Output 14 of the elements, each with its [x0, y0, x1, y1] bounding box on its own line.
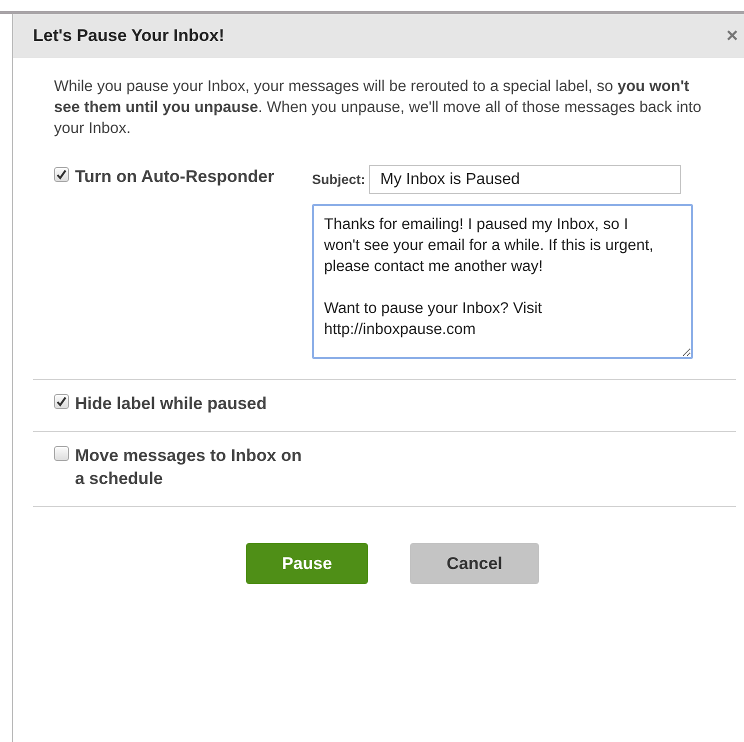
- intro-text: While you pause your Inbox, your messages will be rerouted to a special label, so you won't see them until you unpause. When you unpause, we'll move all of those messages back into your Inbox.: [53, 77, 702, 139]
- checkbox[interactable]: [54, 446, 69, 461]
- dialog-title: Let's Pause Your Inbox!: [33, 26, 224, 46]
- checkbox[interactable]: [54, 394, 69, 409]
- cancel-button[interactable]: Cancel: [410, 543, 539, 584]
- checkbox-label: Turn on Auto-Responder: [75, 166, 276, 188]
- checkbox[interactable]: [54, 167, 69, 182]
- subject-label: Subject:: [312, 172, 366, 187]
- message-field[interactable]: Thanks for emailing! I paused my Inbox, so I won't see your email for a while. If this is urgent, please contact me another way! Want to pause your Inbox? Visit http://inboxpause.com: [312, 204, 693, 359]
- checkbox-label: Move messages to Inbox on a schedule: [75, 445, 303, 490]
- close-button[interactable]: ×: [726, 24, 738, 48]
- pause-button[interactable]: Pause: [246, 543, 368, 584]
- checkbox-label: Hide label while paused: [75, 393, 268, 415]
- subject-field[interactable]: My Inbox is Paused: [369, 165, 682, 194]
